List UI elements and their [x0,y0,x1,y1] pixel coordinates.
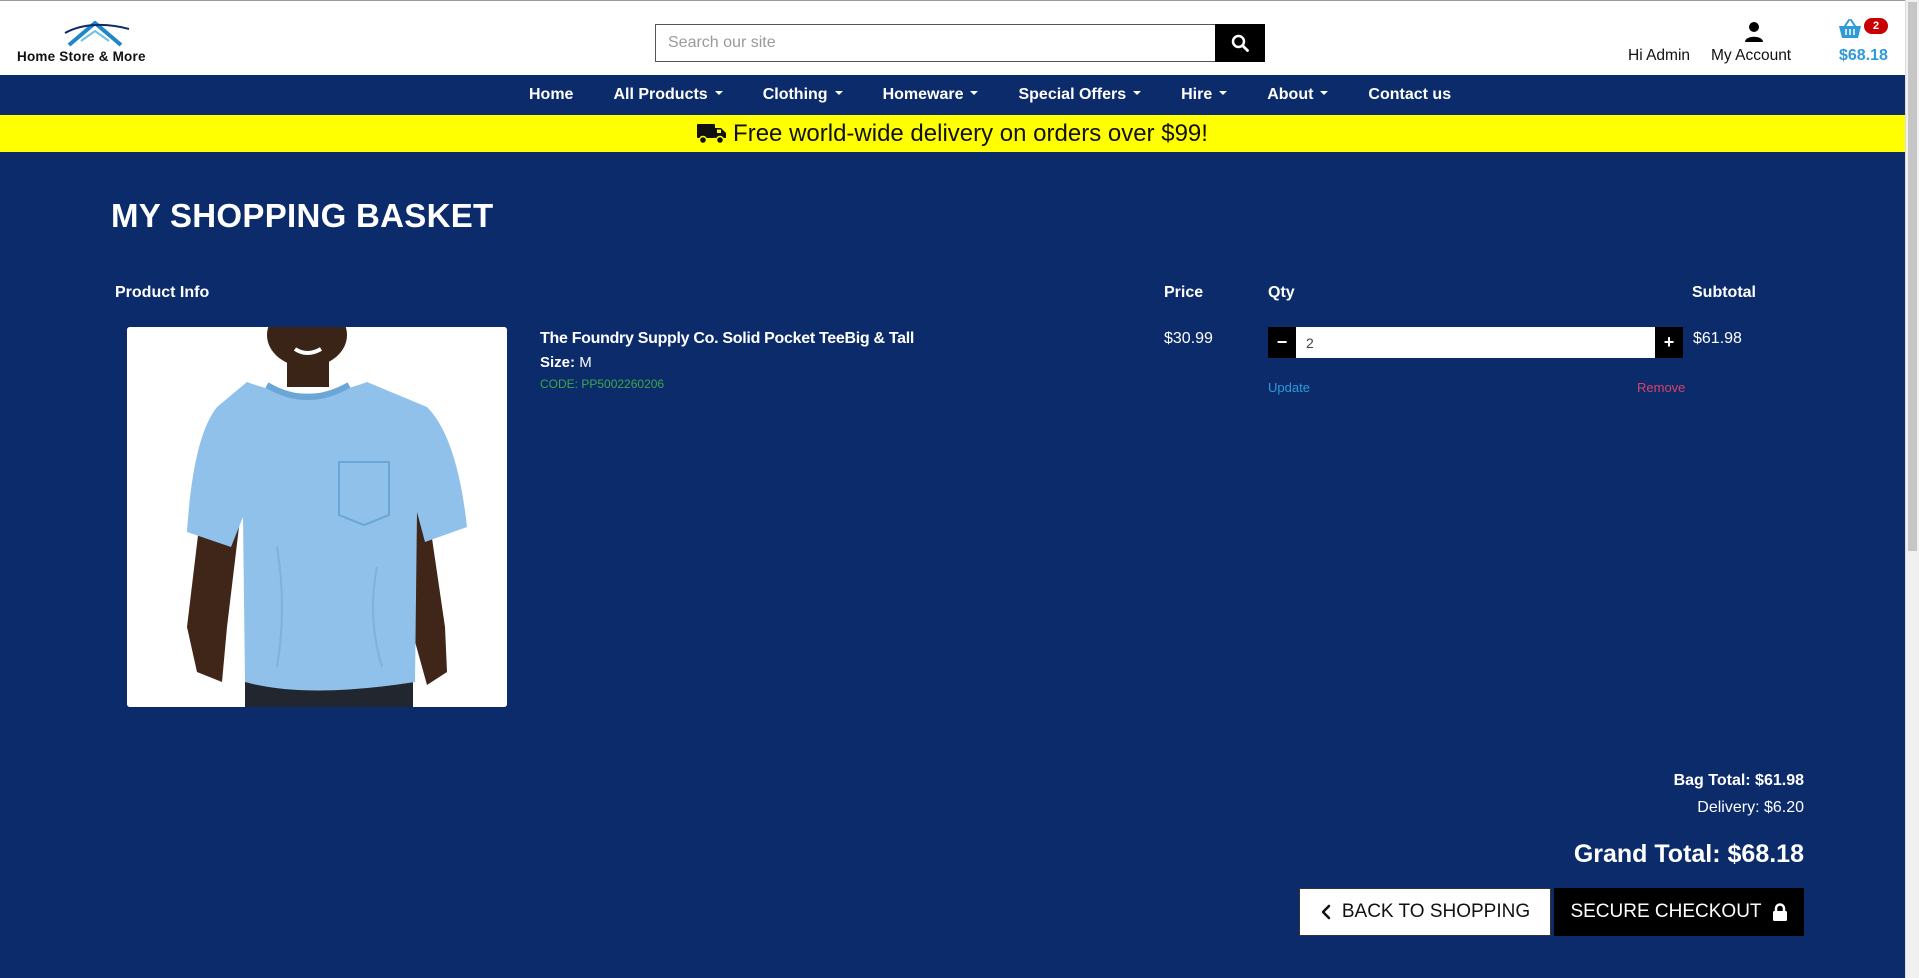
site-header: Home Store & More Hi Admin My Account 2 … [0,0,1905,75]
delivery-cost: Delivery: $6.20 [1697,799,1804,816]
secure-checkout-button[interactable]: SECURE CHECKOUT [1554,888,1804,936]
column-header-product-info: Product Info [115,284,210,301]
size-label: Size: [540,354,576,371]
minus-icon: − [1276,332,1288,352]
page-scrollbar[interactable] [1905,0,1919,978]
bag-total: Bag Total: $61.98 [1673,772,1804,789]
nav-item-label: Special Offers [1018,86,1127,103]
column-header-qty: Qty [1268,284,1295,301]
nav-item-clothing[interactable]: Clothing [743,75,863,115]
tshirt-image [127,327,507,707]
nav-item-label: About [1267,86,1314,103]
item-subtotal: $61.98 [1693,330,1742,347]
grand-total: Grand Total: $68.18 [1573,840,1804,868]
scrollbar-thumb[interactable] [1908,2,1917,551]
caret-down-icon [834,91,843,95]
my-account-label: My Account [1711,47,1792,64]
size-value: M [579,354,592,371]
nav-item-label: Hire [1181,86,1213,103]
basket-icon [1839,19,1861,38]
promo-banner: Free world-wide delivery on orders over … [0,115,1905,152]
my-account-link[interactable]: My Account [1711,19,1799,67]
page-title: MY SHOPPING BASKET [111,197,494,234]
nav-item-contact-us[interactable]: Contact us [1348,75,1471,115]
column-header-subtotal: Subtotal [1692,284,1756,301]
site-logo[interactable]: Home Store & More [17,19,177,67]
search-input[interactable] [656,25,1216,61]
nav-item-label: All Products [613,86,708,103]
caret-down-icon [1219,91,1228,95]
cart-count-badge: 2 [1864,18,1888,34]
main-nav: Home All Products Clothing Homeware Spec… [0,75,1905,115]
caret-down-icon [970,91,979,95]
nav-item-special-offers[interactable]: Special Offers [998,75,1161,115]
nav-item-homeware[interactable]: Homeware [863,75,999,115]
promo-text: Free world-wide delivery on orders over … [733,119,1208,147]
nav-item-about[interactable]: About [1247,75,1348,115]
cart-button[interactable]: 2 $68.18 [1834,15,1896,67]
remove-link[interactable]: Remove [1637,380,1685,395]
nav-item-home[interactable]: Home [509,75,593,115]
back-to-shopping-button[interactable]: BACK TO SHOPPING [1299,888,1551,936]
search-button[interactable] [1215,24,1265,62]
back-to-shopping-label: BACK TO SHOPPING [1341,901,1531,922]
caret-down-icon [714,91,723,95]
quantity-input[interactable] [1296,327,1654,358]
search-bar [655,24,1265,62]
chevron-left-icon [1321,904,1331,920]
logo-mark-icon [64,21,130,47]
column-header-price: Price [1164,284,1204,301]
product-code: CODE: PP5002260206 [540,377,665,391]
user-icon [1745,22,1763,42]
nav-item-label: Contact us [1368,86,1452,103]
nav-item-label: Home [529,86,574,103]
product-image[interactable] [127,327,507,707]
plus-icon: + [1663,332,1675,352]
caret-down-icon [1320,91,1329,95]
caret-down-icon [1133,91,1142,95]
product-name[interactable]: The Foundry Supply Co. Solid Pocket TeeB… [540,330,914,348]
search-icon [1231,34,1249,52]
nav-item-label: Homeware [882,86,964,103]
cart-total: $68.18 [1839,47,1888,64]
lock-icon [1772,902,1787,921]
nav-item-hire[interactable]: Hire [1161,75,1247,115]
truck-icon [697,123,727,144]
increment-button[interactable]: + [1655,327,1683,358]
item-price: $30.99 [1164,330,1213,347]
nav-item-label: Clothing [762,86,828,103]
logo-text: Home Store & More [17,49,146,64]
update-link[interactable]: Update [1268,380,1310,395]
product-size: Size: M [540,354,592,371]
nav-item-all-products[interactable]: All Products [593,75,742,115]
greeting-text: Hi Admin [1628,47,1691,64]
secure-checkout-label: SECURE CHECKOUT [1570,901,1762,922]
decrement-button[interactable]: − [1268,327,1296,358]
quantity-stepper: − + [1268,327,1683,358]
